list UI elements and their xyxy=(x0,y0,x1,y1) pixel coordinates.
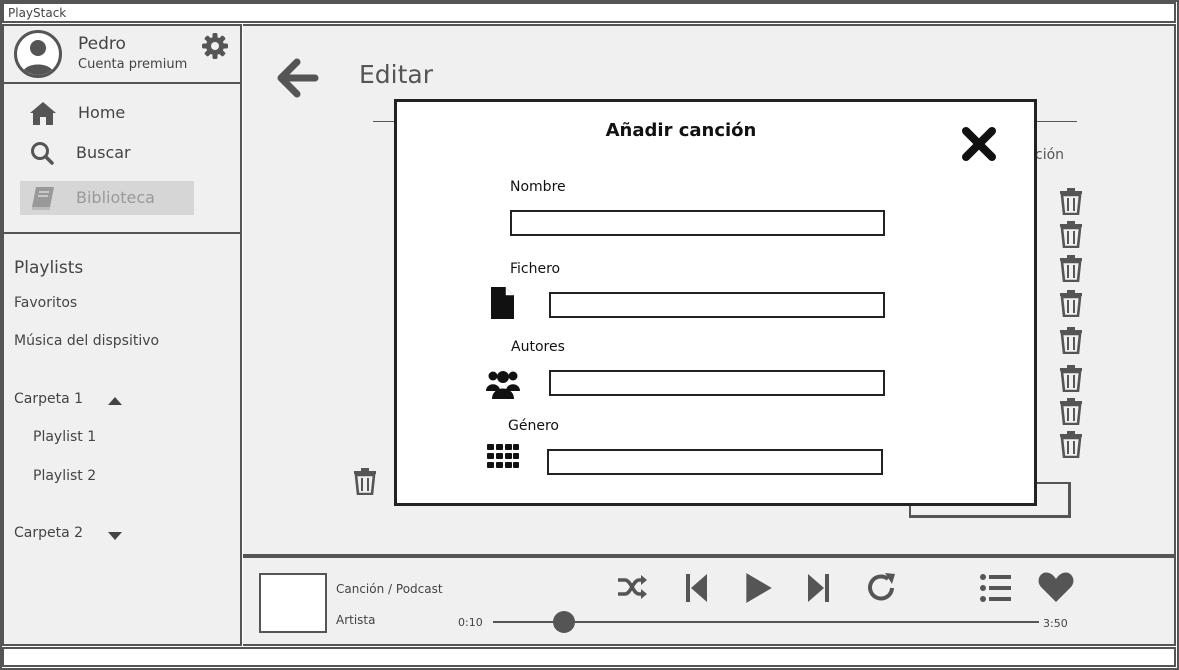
nav-label-search: Buscar xyxy=(76,143,131,162)
playlist-1[interactable]: Playlist 1 xyxy=(33,429,96,445)
trash-icon[interactable] xyxy=(1059,187,1083,215)
cover-art xyxy=(259,573,327,633)
song-title: Canción / Podcast xyxy=(336,582,443,596)
nav-item-search[interactable]: Buscar xyxy=(20,136,194,170)
artist-name: Artista xyxy=(336,613,376,627)
skip-back-icon[interactable] xyxy=(680,571,714,605)
trash-icon[interactable] xyxy=(1059,326,1083,354)
trash-icon[interactable] xyxy=(1059,254,1083,282)
nav-label-library: Biblioteca xyxy=(76,188,155,207)
search-icon xyxy=(31,142,54,165)
trash-icon[interactable] xyxy=(353,467,377,495)
user-panel: Pedro Cuenta premium xyxy=(4,26,242,84)
name-input[interactable] xyxy=(510,210,885,236)
close-icon[interactable] xyxy=(959,124,999,164)
main-nav: Home Buscar Biblioteca xyxy=(4,86,242,234)
playlist-2[interactable]: Playlist 2 xyxy=(33,468,96,484)
folder-1-label[interactable]: Carpeta 1 xyxy=(14,391,83,407)
playlist-device-music[interactable]: Música del dispsitivo xyxy=(14,333,159,349)
page-title: Editar xyxy=(359,60,434,89)
file-input[interactable] xyxy=(549,292,885,318)
queue-list-icon[interactable] xyxy=(979,571,1013,605)
duration-time: 3:50 xyxy=(1043,617,1068,630)
file-label: Fichero xyxy=(510,261,561,277)
play-icon[interactable] xyxy=(740,570,776,606)
trash-icon[interactable] xyxy=(1059,397,1083,425)
playlist-favoritos[interactable]: Favoritos xyxy=(14,295,77,311)
arrow-left-icon[interactable] xyxy=(275,56,319,100)
skip-forward-icon[interactable] xyxy=(801,571,835,605)
sidebar: Pedro Cuenta premium Home Buscar Bibliot… xyxy=(2,24,242,646)
add-song-dialog: Añadir canción Nombre Fichero Autores Gé… xyxy=(394,99,1037,506)
heart-icon[interactable] xyxy=(1037,570,1075,604)
player-bar: Canción / Podcast Artista 0:10 3:50 xyxy=(243,556,1176,646)
user-plan: Cuenta premium xyxy=(78,57,188,72)
user-name: Pedro xyxy=(78,34,126,54)
app-titlebar: PlayStack xyxy=(2,2,1176,23)
shuffle-icon[interactable] xyxy=(615,570,649,604)
elapsed-time: 0:10 xyxy=(458,616,483,629)
trash-icon[interactable] xyxy=(1059,289,1083,317)
name-label: Nombre xyxy=(510,179,566,195)
trash-icon[interactable] xyxy=(1059,220,1083,248)
status-strip xyxy=(2,647,1176,667)
trash-icon[interactable] xyxy=(1059,364,1083,392)
book-icon xyxy=(32,187,54,210)
file-icon[interactable] xyxy=(486,286,518,320)
folder-2-label[interactable]: Carpeta 2 xyxy=(14,525,83,541)
trash-icon[interactable] xyxy=(1059,430,1083,458)
genre-label: Género xyxy=(508,418,559,434)
user-avatar-icon xyxy=(22,40,54,75)
column-header-fragment: ción xyxy=(1035,147,1065,163)
users-icon xyxy=(486,371,520,399)
repeat-icon[interactable] xyxy=(865,571,899,605)
home-icon xyxy=(30,102,56,125)
avatar[interactable] xyxy=(14,30,62,78)
authors-label: Autores xyxy=(511,339,565,355)
dialog-title: Añadir canción xyxy=(605,120,757,141)
authors-input[interactable] xyxy=(549,370,885,396)
progress-handle[interactable] xyxy=(552,611,575,633)
nav-label-home: Home xyxy=(78,103,126,122)
nav-item-home[interactable]: Home xyxy=(20,96,194,130)
nav-item-library[interactable]: Biblioteca xyxy=(20,181,194,215)
gear-icon[interactable] xyxy=(201,32,229,60)
caret-down-icon[interactable] xyxy=(108,532,122,540)
caret-up-icon[interactable] xyxy=(108,397,122,405)
playlists-heading: Playlists xyxy=(14,258,84,278)
grid-icon xyxy=(487,444,519,468)
app-title: PlayStack xyxy=(8,6,67,20)
genre-input[interactable] xyxy=(547,449,883,475)
